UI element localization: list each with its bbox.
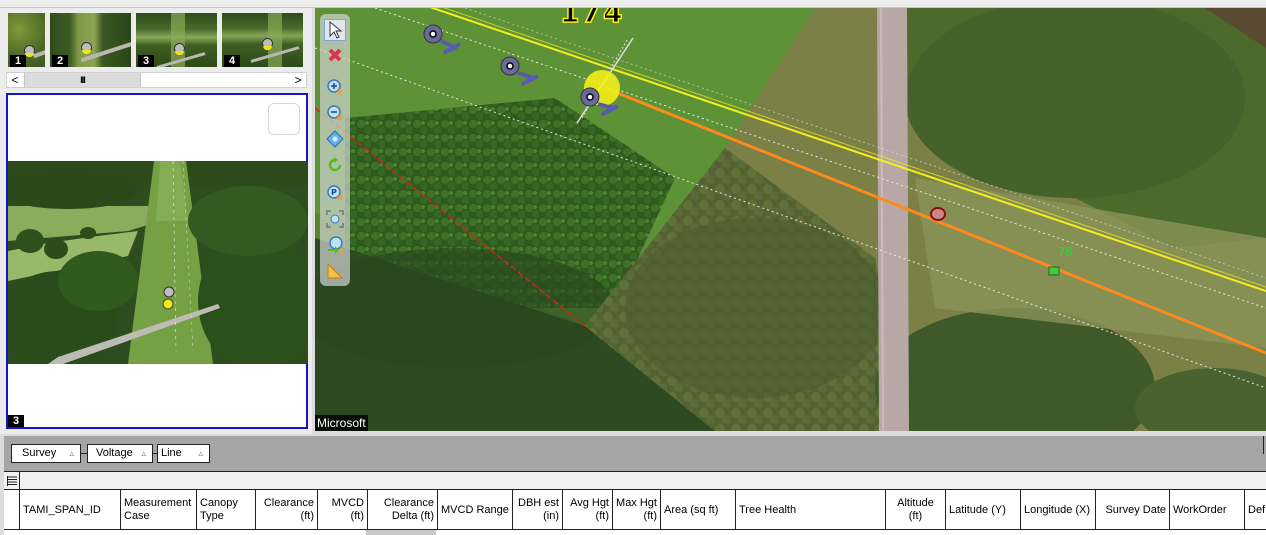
svg-text:P: P [331,188,337,197]
thumbnail-number: 1 [10,55,27,67]
scroll-right-button[interactable]: > [290,73,306,87]
column-header[interactable]: Longitude (X) [1021,490,1096,530]
target-pin-icon [162,298,174,310]
viewer-options-button[interactable] [268,103,300,135]
photo-number-badge: 3 [8,415,25,427]
thumbnail-scrollbar[interactable]: < III > [6,72,307,88]
clear-selection-icon [328,48,342,62]
camera-pin-icon [163,286,175,298]
column-header[interactable]: MVCD Range [438,490,513,530]
zoom-to-point-button[interactable]: P [324,182,346,204]
pan-button[interactable] [324,128,346,150]
pointer-icon [329,21,343,39]
span-number-label: 174 [559,8,625,30]
data-grid: Survey ▵ Voltage ▵ Line ▵ TAMI_SPAN_ID M… [4,436,1266,535]
tree-marker-icon[interactable] [1048,266,1060,276]
map-toolbar: P [320,14,350,286]
selected-cell [366,530,436,535]
sort-ascending-icon: ▵ [198,448,203,458]
photo-panel: 1 2 3 4 < III > 3 [0,8,312,434]
row-indicator-header [4,490,20,530]
column-header[interactable]: MVCD (ft) [318,490,368,530]
column-header[interactable]: Canopy Type [197,490,256,530]
refresh-icon [328,157,342,172]
thumbnail-strip: 1 2 3 4 [8,13,303,67]
tree-id-label: 78 [1058,244,1073,259]
aerial-photo-image [8,161,308,364]
camera-pin-icon [174,43,185,55]
column-header[interactable]: Altitude (ft) [886,490,946,530]
column-header[interactable]: WorkOrder [1170,490,1245,530]
zoom-in-icon [327,79,343,95]
sort-ascending-icon: ▵ [141,448,146,458]
column-header[interactable]: Measurement Case [121,490,197,530]
group-by-panel: Survey ▵ Voltage ▵ Line ▵ [4,436,1266,472]
zoom-out-button[interactable] [324,102,346,124]
sort-ascending-icon: ▵ [69,448,74,458]
window-top-border [0,0,1266,8]
column-header[interactable]: Avg Hgt (ft) [563,490,613,530]
group-chip-line[interactable]: Line ▵ [157,444,210,463]
measure-button[interactable] [324,260,346,282]
thumbnail-3[interactable]: 3 [136,13,217,67]
zoom-extent-icon [326,210,344,228]
map-view[interactable]: 174 78 P Microsoft [315,8,1266,431]
aerial-basemap [315,8,1266,431]
map-attribution: Microsoft [315,415,368,431]
column-header[interactable]: TAMI_SPAN_ID [20,490,121,530]
zoom-to-point-icon: P [327,185,343,201]
thumbnail-number: 3 [138,55,155,67]
group-chip-label: Survey [22,447,57,459]
column-header[interactable]: Def [1245,490,1266,530]
column-header-row: TAMI_SPAN_ID Measurement Case Canopy Typ… [4,490,1266,530]
column-header[interactable]: Latitude (Y) [946,490,1021,530]
zoom-extent-button[interactable] [324,208,346,230]
table-row[interactable] [4,530,1266,535]
scroll-left-button[interactable]: < [7,73,23,87]
thumbnail-number: 2 [52,55,69,67]
thumbnail-number: 4 [224,55,241,67]
zoom-out-icon [327,105,343,121]
column-header[interactable]: DBH est (in) [513,490,563,530]
group-chip-label: Voltage [96,447,133,459]
column-header[interactable]: Tree Health [736,490,886,530]
column-chooser-button[interactable] [4,472,20,490]
camera-pin-icon [262,38,273,50]
ruler-triangle-icon [327,262,344,279]
group-chip-label: Line [161,447,182,459]
filter-row[interactable] [4,472,1266,490]
clearance-point-icon[interactable] [930,207,946,221]
column-header[interactable]: Area (sq ft) [661,490,736,530]
thumbnail-1[interactable]: 1 [8,13,45,67]
column-header[interactable]: Clearance (ft) [256,490,318,530]
thumbnail-4[interactable]: 4 [222,13,303,67]
photo-viewer[interactable]: 3 [6,93,308,429]
aerial-photo [8,161,308,364]
camera-pin-icon [81,42,92,54]
column-header[interactable]: Max Hgt (ft) [613,490,661,530]
column-header[interactable]: Clearance Delta (ft) [368,490,438,530]
column-header[interactable]: Survey Date [1096,490,1170,530]
pan-icon [326,130,344,148]
thumbnail-2[interactable]: 2 [50,13,131,67]
zoom-in-button[interactable] [324,76,346,98]
zoom-previous-icon [328,236,343,254]
zoom-previous-button[interactable] [324,234,346,256]
list-icon [6,476,17,486]
group-chip-voltage[interactable]: Voltage ▵ [87,444,153,463]
clear-selection-button[interactable] [324,44,346,66]
refresh-button[interactable] [324,154,346,176]
group-chip-survey[interactable]: Survey ▵ [11,444,81,463]
select-tool-button[interactable] [324,19,346,41]
scrollbar-thumb[interactable]: III [24,73,141,87]
